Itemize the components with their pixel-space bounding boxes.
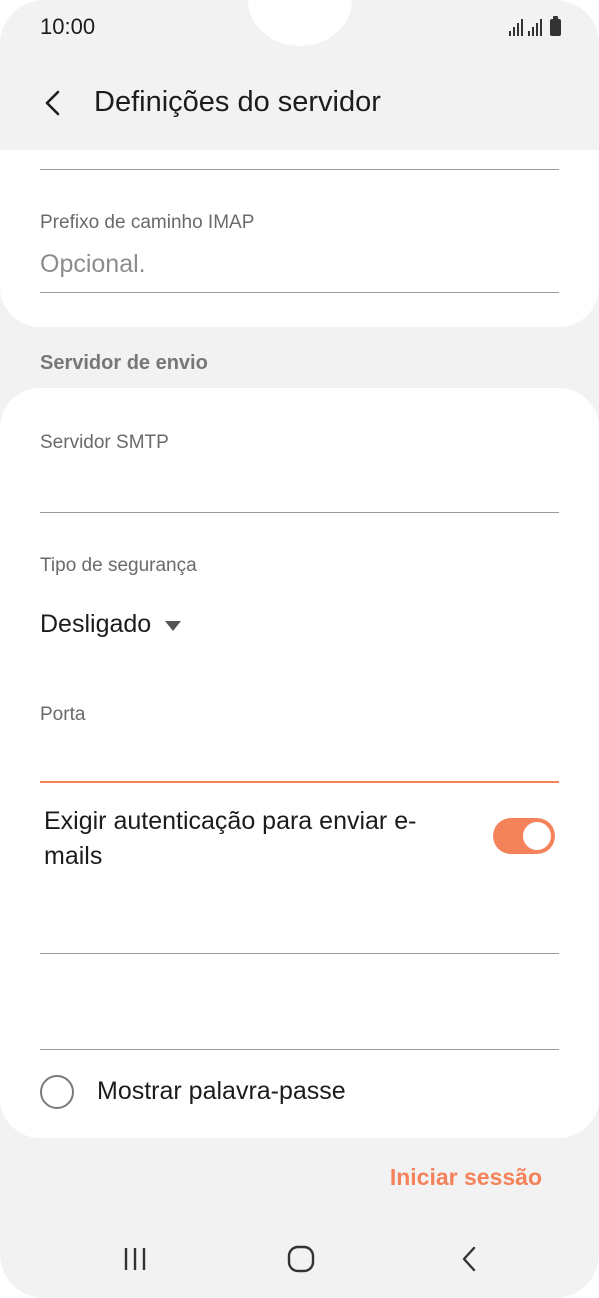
screen: 10:00 Definições do servidor Prefixo de … (0, 0, 599, 1298)
outgoing-settings-card (0, 388, 599, 1138)
chevron-left-icon (45, 90, 60, 116)
page-title: Definições do servidor (94, 86, 381, 118)
imap-prefix-input[interactable]: Opcional. (40, 250, 146, 279)
recent-apps-icon (124, 1248, 146, 1270)
signal-sim2-icon (528, 18, 542, 36)
require-auth-label: Exigir autenticação para enviar e-mails (44, 807, 417, 870)
port-underline-focused (40, 781, 559, 783)
require-auth-toggle[interactable] (493, 818, 555, 854)
security-type-value: Desligado (40, 610, 152, 638)
dropdown-arrow-icon (165, 620, 182, 631)
home-button[interactable] (271, 1234, 331, 1284)
imap-prefix-underline (40, 292, 559, 293)
signal-sim1-icon (509, 18, 523, 36)
status-bar: 10:00 (0, 0, 599, 56)
incoming-settings-card (0, 150, 599, 327)
port-label: Porta (40, 704, 86, 725)
username-underline (40, 953, 559, 954)
toggle-knob (521, 820, 553, 852)
password-underline (40, 1049, 559, 1050)
status-icons (509, 16, 561, 36)
show-password-checkbox[interactable] (40, 1075, 74, 1109)
imap-prefix-label: Prefixo de caminho IMAP (40, 212, 255, 233)
navigation-bar (0, 1222, 599, 1298)
recent-apps-button[interactable] (105, 1234, 165, 1284)
home-icon (287, 1245, 315, 1273)
back-icon (462, 1246, 476, 1272)
outgoing-section-title: Servidor de envio (40, 352, 208, 374)
battery-icon (550, 16, 561, 36)
app-header: Definições do servidor (0, 70, 599, 134)
show-password-label[interactable]: Mostrar palavra-passe (97, 1077, 346, 1106)
nav-back-button[interactable] (440, 1234, 500, 1284)
status-time: 10:00 (40, 14, 96, 39)
smtp-server-underline (40, 512, 559, 513)
previous-field-underline (40, 169, 559, 170)
security-type-label: Tipo de segurança (40, 555, 197, 576)
security-type-dropdown[interactable]: Desligado (40, 610, 182, 639)
sign-in-button[interactable]: Iniciar sessão (390, 1164, 542, 1191)
smtp-server-label: Servidor SMTP (40, 432, 169, 453)
back-button[interactable] (30, 80, 76, 126)
